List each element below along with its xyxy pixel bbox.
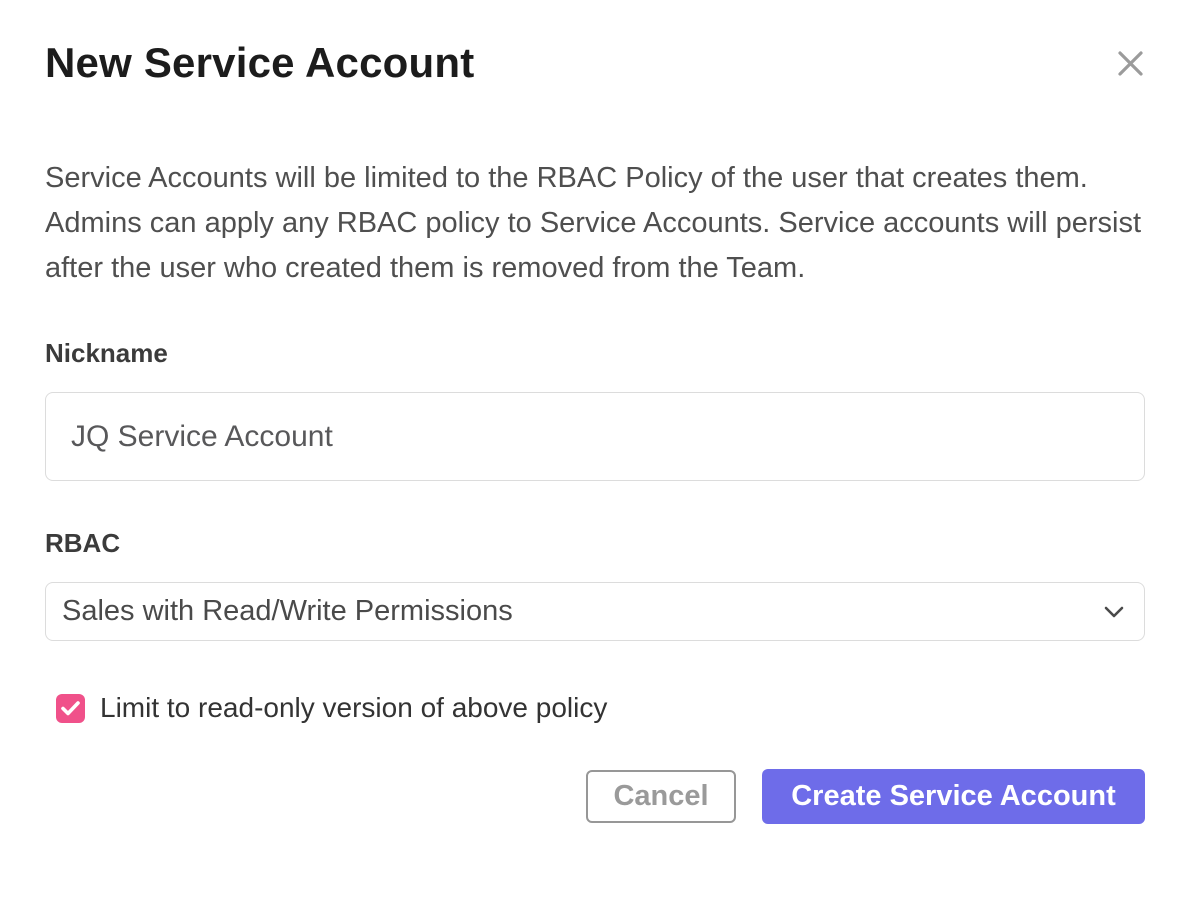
modal-footer: Cancel Create Service Account (45, 769, 1145, 824)
read-only-checkbox[interactable] (56, 694, 85, 723)
read-only-checkbox-label: Limit to read-only version of above poli… (100, 692, 607, 724)
checkmark-icon (61, 701, 80, 716)
nickname-label: Nickname (45, 338, 1145, 368)
close-button[interactable] (1115, 48, 1145, 78)
create-service-account-button[interactable]: Create Service Account (762, 769, 1145, 824)
chevron-down-icon (1104, 606, 1124, 618)
rbac-selected-option: Sales with Read/Write Permissions (62, 595, 513, 628)
close-icon (1117, 50, 1144, 77)
rbac-select[interactable]: Sales with Read/Write Permissions (45, 582, 1145, 641)
modal-description: Service Accounts will be limited to the … (45, 156, 1145, 291)
modal-header: New Service Account (45, 40, 1145, 86)
read-only-checkbox-row[interactable]: Limit to read-only version of above poli… (45, 692, 607, 724)
new-service-account-modal: New Service Account Service Accounts wil… (0, 0, 1190, 904)
modal-title: New Service Account (45, 40, 1145, 86)
rbac-label: RBAC (45, 528, 1145, 558)
nickname-input[interactable] (45, 392, 1145, 481)
cancel-button[interactable]: Cancel (586, 770, 736, 823)
